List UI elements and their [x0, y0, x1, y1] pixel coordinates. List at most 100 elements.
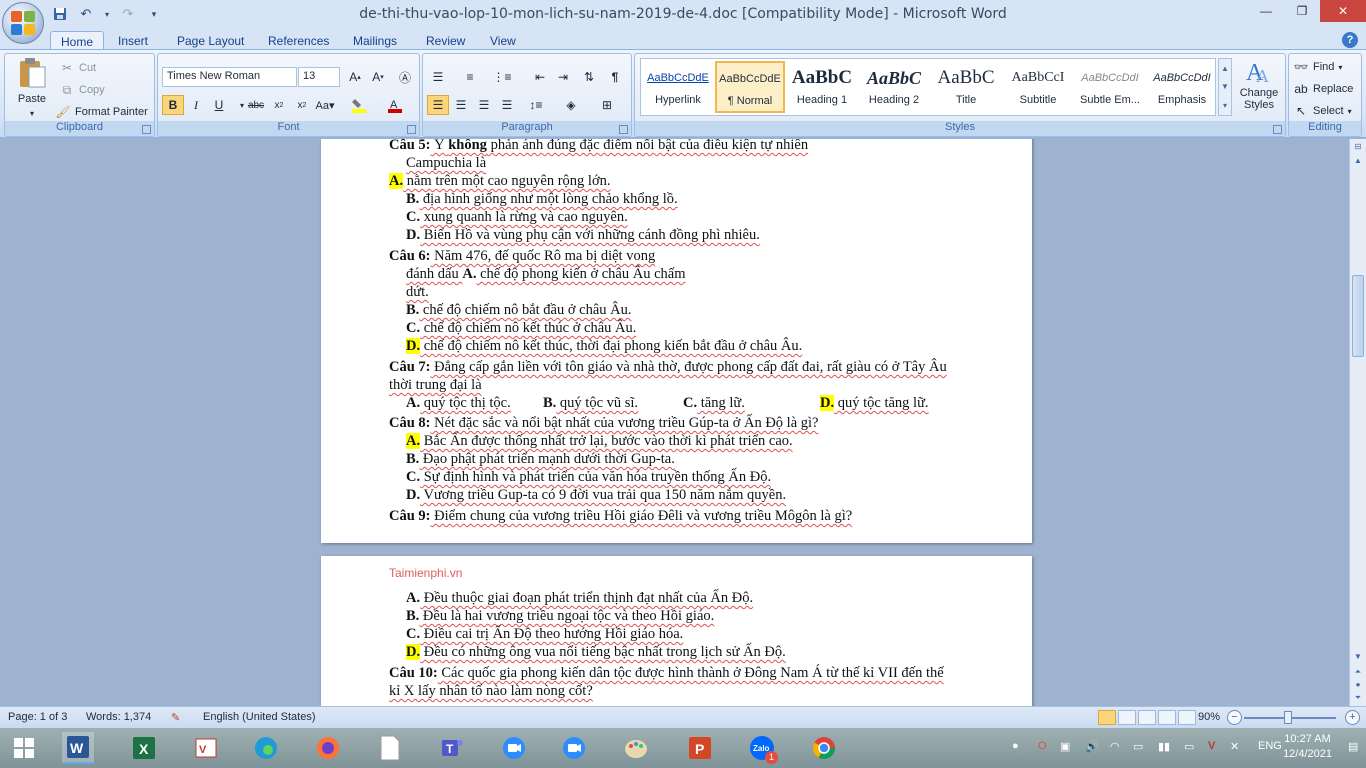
- restore-button[interactable]: ❐: [1284, 0, 1320, 22]
- powerpoint-app-icon[interactable]: P: [684, 732, 716, 764]
- chrome-browser-icon[interactable]: [808, 732, 840, 764]
- word-count[interactable]: Words: 1,374: [86, 711, 151, 723]
- page-1[interactable]: Câu 5: Ý không phản ánh đúng đặc điểm nổ…: [321, 139, 1032, 543]
- print-layout-view-icon[interactable]: [1098, 710, 1116, 725]
- show-formatting-marks-icon[interactable]: ¶: [604, 67, 626, 87]
- tab-references[interactable]: References: [258, 31, 339, 51]
- draft-view-icon[interactable]: [1178, 710, 1196, 725]
- minimize-button[interactable]: —: [1248, 0, 1284, 22]
- help-icon[interactable]: ?: [1342, 32, 1358, 48]
- ruler-toggle-icon[interactable]: ⊟: [1352, 141, 1364, 153]
- scroll-up-icon[interactable]: ▲: [1221, 64, 1229, 73]
- select-button[interactable]: ↖ Select ▾: [1293, 103, 1352, 119]
- paste-button[interactable]: Paste ▾: [9, 56, 55, 118]
- zoom-out-icon[interactable]: −: [1227, 710, 1242, 725]
- paint-app-icon[interactable]: [620, 732, 652, 764]
- highlight-color-button[interactable]: [348, 95, 370, 115]
- style-emphasis[interactable]: AaBbCcDdI Emphasis: [1147, 61, 1217, 113]
- scroll-up-icon[interactable]: ▲: [1352, 155, 1364, 167]
- close-button[interactable]: ✕: [1320, 0, 1366, 22]
- zoom-in-icon[interactable]: +: [1345, 710, 1360, 725]
- style-hyperlink[interactable]: AaBbCcDdE Hyperlink: [643, 61, 713, 113]
- zalo-tray-icon[interactable]: ●: [1012, 740, 1019, 752]
- strikethrough-button[interactable]: abc: [245, 95, 267, 115]
- more-styles-icon[interactable]: ▾: [1223, 101, 1227, 110]
- page-count[interactable]: Page: 1 of 3: [8, 711, 67, 723]
- shrink-font-icon[interactable]: A ▾: [367, 67, 389, 87]
- tab-mailings[interactable]: Mailings: [343, 31, 407, 51]
- video-tray-icon[interactable]: ▭: [1133, 740, 1143, 753]
- increase-indent-icon[interactable]: ⇥: [552, 67, 574, 87]
- zoom-level[interactable]: 90%: [1198, 711, 1220, 723]
- word-app-icon[interactable]: W: [62, 732, 94, 764]
- scrollbar-thumb[interactable]: [1352, 275, 1364, 357]
- style-title[interactable]: AaBbC Title: [931, 61, 1001, 113]
- style-normal[interactable]: AaBbCcDdE ¶ Normal: [715, 61, 785, 113]
- teams-app-icon[interactable]: T: [436, 732, 468, 764]
- page-2[interactable]: Taimienphi.vn A. Đều thuộc giai đoạn phá…: [321, 556, 1032, 706]
- document-area[interactable]: Câu 5: Ý không phản ánh đúng đặc điểm nổ…: [0, 139, 1349, 706]
- align-right-icon[interactable]: ☰: [473, 95, 495, 115]
- tab-insert[interactable]: Insert: [108, 31, 158, 51]
- start-windows-icon[interactable]: [8, 732, 40, 764]
- scroll-down-icon[interactable]: ▼: [1352, 651, 1364, 663]
- style-subtle-emphasis[interactable]: AaBbCcDdI Subtle Em...: [1075, 61, 1145, 113]
- font-launcher-icon[interactable]: [407, 125, 416, 134]
- previous-page-icon[interactable]: ⏶: [1352, 666, 1364, 678]
- justify-icon[interactable]: ☰: [496, 95, 518, 115]
- language-indicator[interactable]: English (United States): [203, 711, 316, 723]
- line-spacing-icon[interactable]: ↕≡: [525, 95, 547, 115]
- next-page-icon[interactable]: ⏷: [1352, 692, 1364, 704]
- style-heading-1[interactable]: AaBbC Heading 1: [787, 61, 857, 113]
- align-left-icon[interactable]: ☰: [427, 95, 449, 115]
- web-layout-view-icon[interactable]: [1138, 710, 1156, 725]
- superscript-button[interactable]: x2: [291, 95, 313, 115]
- proofing-icon[interactable]: ✎: [171, 711, 180, 724]
- battery-tray-icon[interactable]: ▭: [1184, 740, 1194, 753]
- style-heading-2[interactable]: AaBbC Heading 2: [859, 61, 929, 113]
- zoom-meeting-icon[interactable]: [558, 732, 590, 764]
- meet-tray-icon[interactable]: ▣: [1060, 740, 1070, 753]
- zalo-app-icon[interactable]: Zalo 1: [746, 732, 778, 764]
- unikey-tray-icon[interactable]: V: [1208, 740, 1215, 752]
- italic-button[interactable]: I: [185, 95, 207, 115]
- full-screen-reading-view-icon[interactable]: [1118, 710, 1136, 725]
- action-center-icon[interactable]: ▤: [1348, 740, 1358, 753]
- cut-button[interactable]: ✂ Cut: [59, 60, 96, 76]
- sort-icon[interactable]: ⇅: [578, 67, 600, 87]
- change-case-button[interactable]: Aa▾: [314, 95, 336, 115]
- bullets-icon[interactable]: ☰: [427, 67, 449, 87]
- unikey-app-icon[interactable]: V: [190, 732, 222, 764]
- notification-muted-tray-icon[interactable]: ✕: [1230, 740, 1239, 753]
- paragraph-launcher-icon[interactable]: [619, 125, 628, 134]
- underline-button[interactable]: U: [208, 95, 230, 115]
- copy-button[interactable]: ⧉ Copy: [59, 82, 105, 98]
- decrease-indent-icon[interactable]: ⇤: [529, 67, 551, 87]
- numbering-icon[interactable]: ≡: [459, 67, 481, 87]
- clear-formatting-icon[interactable]: Ⓐ: [394, 67, 416, 87]
- borders-icon[interactable]: ⊞: [596, 95, 618, 115]
- system-clock[interactable]: 10:27 AM 12/4/2021: [1283, 732, 1332, 762]
- font-name-field[interactable]: Times New Roman: [162, 67, 297, 87]
- excel-app-icon[interactable]: X: [128, 732, 160, 764]
- style-subtitle[interactable]: AaBbCcI Subtitle: [1003, 61, 1073, 113]
- zoom-app-icon[interactable]: [498, 732, 530, 764]
- edge-browser-icon[interactable]: [250, 732, 282, 764]
- input-language[interactable]: ENG: [1258, 740, 1282, 752]
- network-tray-icon[interactable]: ▮▮: [1158, 740, 1170, 753]
- grow-font-icon[interactable]: A ▴: [344, 67, 366, 87]
- shading-icon[interactable]: ◈: [560, 95, 582, 115]
- subscript-button[interactable]: x2: [268, 95, 290, 115]
- tab-home[interactable]: Home: [50, 31, 105, 51]
- firefox-browser-icon[interactable]: [312, 732, 344, 764]
- find-button[interactable]: 👓 Find ▾: [1293, 59, 1343, 75]
- opera-tray-icon[interactable]: O: [1038, 740, 1047, 752]
- clipboard-launcher-icon[interactable]: [142, 125, 151, 134]
- tab-review[interactable]: Review: [416, 31, 475, 51]
- wifi-tray-icon[interactable]: ◠: [1110, 740, 1120, 753]
- styles-launcher-icon[interactable]: [1273, 125, 1282, 134]
- scroll-down-icon[interactable]: ▼: [1221, 82, 1229, 91]
- office-button[interactable]: [2, 2, 44, 44]
- tab-page-layout[interactable]: Page Layout: [167, 31, 254, 51]
- bold-button[interactable]: B: [162, 95, 184, 115]
